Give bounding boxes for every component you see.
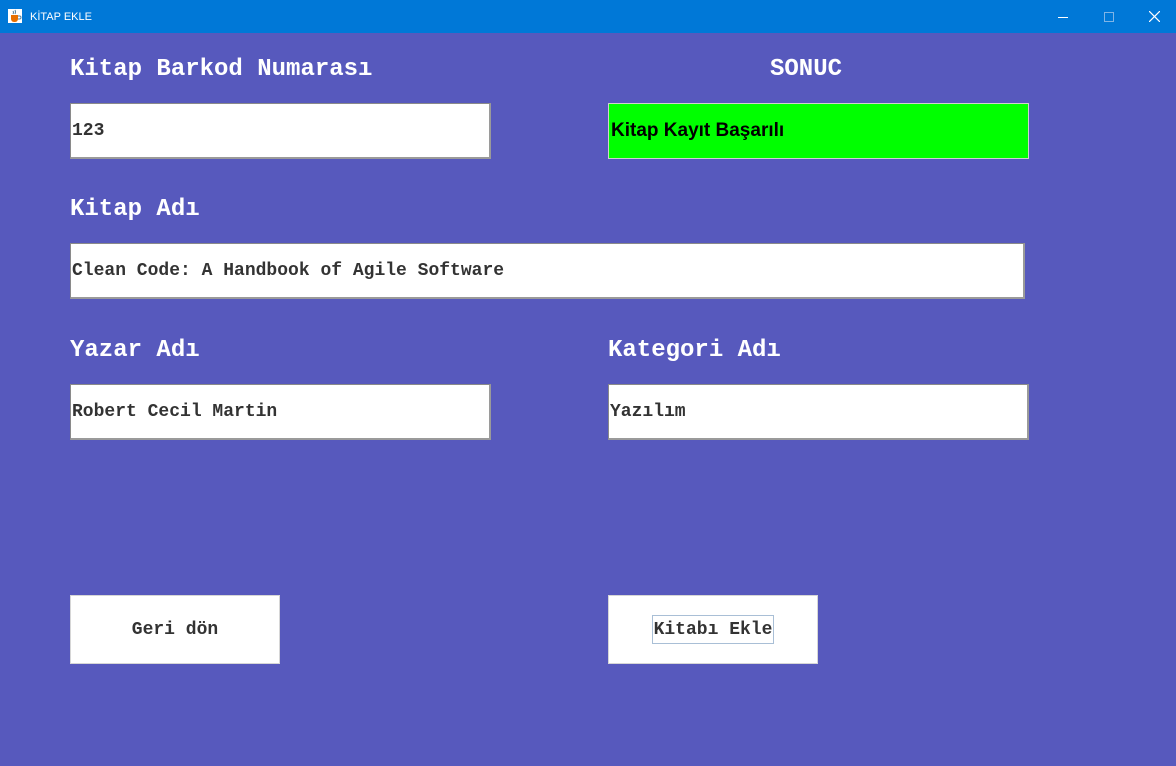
add-book-button[interactable]: Kitabı Ekle xyxy=(608,595,818,664)
book-name-input[interactable]: Clean Code: A Handbook of Agile Software xyxy=(70,243,1025,299)
book-name-label: Kitap Adı xyxy=(70,196,200,223)
barcode-label: Kitap Barkod Numarası xyxy=(70,56,373,83)
close-button[interactable] xyxy=(1131,0,1176,33)
author-label: Yazar Adı xyxy=(70,337,200,364)
back-button-label: Geri dön xyxy=(131,619,219,640)
category-input[interactable]: Yazılım xyxy=(608,384,1029,440)
result-label: SONUC xyxy=(770,56,843,83)
result-status: Kitap Kayıt Başarılı xyxy=(608,103,1029,159)
add-book-button-label: Kitabı Ekle xyxy=(651,615,775,644)
author-input[interactable]: Robert Cecil Martin xyxy=(70,384,491,440)
minimize-icon xyxy=(1058,16,1068,18)
back-button[interactable]: Geri dön xyxy=(70,595,280,664)
window-titlebar: KİTAP EKLE xyxy=(0,0,1176,33)
java-cup-icon xyxy=(8,9,22,23)
close-icon xyxy=(1148,11,1160,22)
window-title: KİTAP EKLE xyxy=(30,11,92,23)
barcode-input[interactable]: 123 xyxy=(70,103,491,159)
maximize-icon xyxy=(1104,11,1114,22)
category-label: Kategori Adı xyxy=(608,337,781,364)
minimize-button[interactable] xyxy=(1040,0,1086,33)
maximize-button[interactable] xyxy=(1086,0,1132,33)
